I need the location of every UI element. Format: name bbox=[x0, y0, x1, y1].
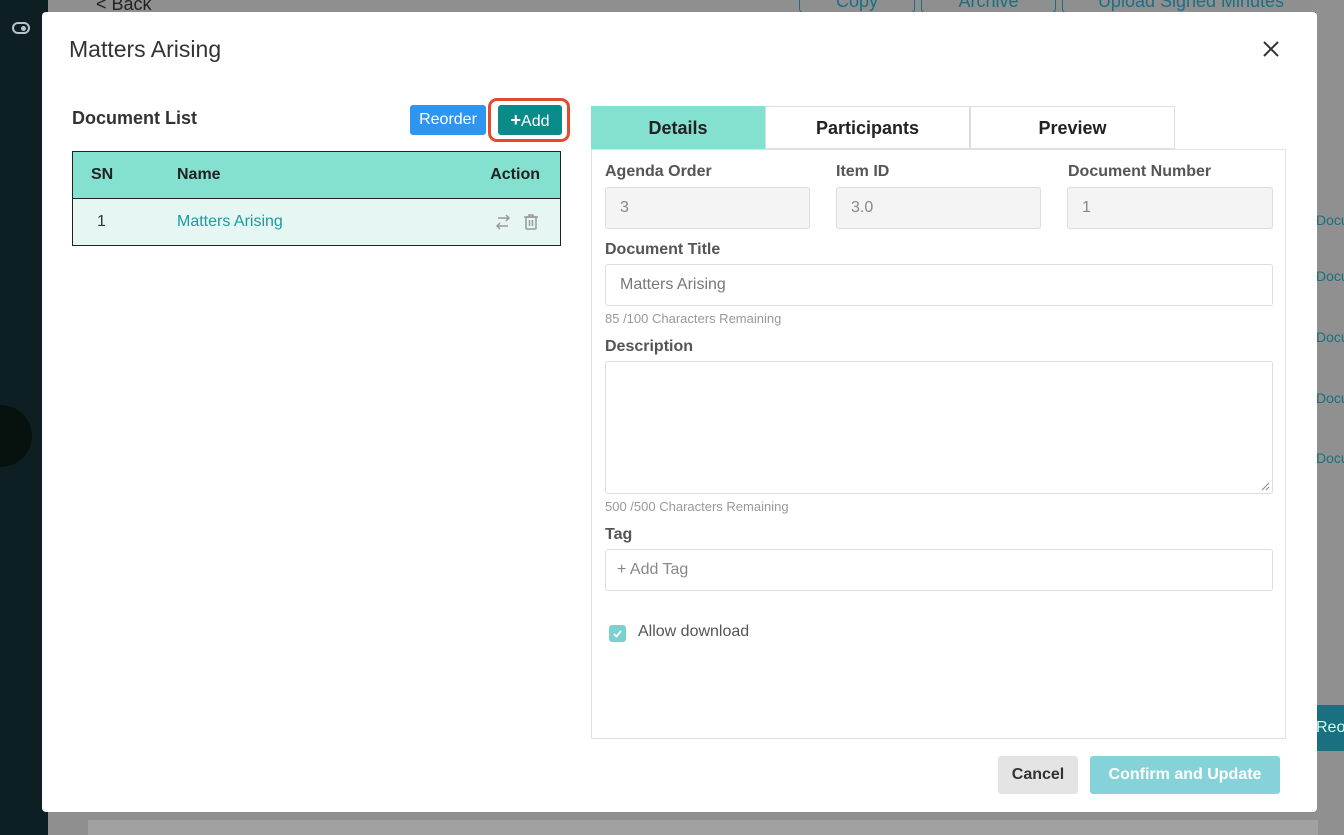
document-table: SN Name Action 1 Matters Arising bbox=[72, 151, 561, 246]
add-button-label: Add bbox=[521, 113, 550, 130]
background-avatar bbox=[0, 405, 32, 467]
table-header-row: SN Name Action bbox=[72, 151, 561, 199]
column-header-sn: SN bbox=[72, 151, 177, 199]
tag-input[interactable]: + Add Tag bbox=[605, 549, 1273, 591]
background-sidebar bbox=[0, 0, 48, 835]
resize-handle-icon[interactable] bbox=[1260, 481, 1270, 491]
reorder-button[interactable]: Reorder bbox=[410, 105, 486, 135]
allow-download-checkbox[interactable] bbox=[609, 625, 626, 642]
tag-label: Tag bbox=[605, 526, 633, 543]
description-textarea[interactable] bbox=[605, 361, 1273, 494]
document-number-field: 1 bbox=[1067, 187, 1273, 229]
background-cell: Docu bbox=[1316, 268, 1344, 284]
item-id-label: Item ID bbox=[836, 163, 890, 180]
agenda-order-label: Agenda Order bbox=[605, 163, 712, 180]
background-footer bbox=[88, 820, 1318, 835]
cancel-button[interactable]: Cancel bbox=[998, 756, 1078, 794]
description-label: Description bbox=[605, 338, 694, 355]
background-cell: Docu bbox=[1316, 329, 1344, 345]
document-number-label: Document Number bbox=[1068, 163, 1212, 180]
add-button[interactable]: +Add bbox=[498, 105, 562, 135]
tab-participants[interactable]: Participants bbox=[765, 106, 970, 149]
tab-preview[interactable]: Preview bbox=[970, 106, 1175, 149]
trash-icon[interactable] bbox=[522, 213, 540, 231]
plus-icon: + bbox=[510, 110, 522, 130]
agenda-order-field: 3 bbox=[605, 187, 810, 229]
document-title-label: Document Title bbox=[605, 241, 721, 258]
row-actions bbox=[440, 198, 561, 246]
background-cell: Docu bbox=[1316, 212, 1344, 228]
close-icon[interactable] bbox=[1256, 34, 1286, 64]
matters-arising-modal: Matters Arising Document List Reorder +A… bbox=[42, 12, 1317, 812]
background-reorder-button: Reor bbox=[1316, 705, 1344, 751]
table-row[interactable]: 1 Matters Arising bbox=[72, 198, 561, 246]
allow-download-label: Allow download bbox=[638, 623, 750, 640]
tab-details[interactable]: Details bbox=[591, 106, 765, 149]
document-list-title: Document List bbox=[72, 108, 198, 128]
column-header-name: Name bbox=[177, 151, 440, 199]
document-title-input[interactable]: Matters Arising bbox=[605, 264, 1273, 306]
row-sn: 1 bbox=[72, 198, 177, 246]
item-id-field: 3.0 bbox=[836, 187, 1041, 229]
modal-title: Matters Arising bbox=[69, 36, 222, 62]
background-cell: Docu bbox=[1316, 450, 1344, 466]
tab-bar: Details Participants Preview bbox=[591, 106, 1175, 149]
toggle-icon bbox=[12, 22, 30, 34]
check-icon bbox=[613, 630, 622, 638]
background-cell: Docu bbox=[1316, 390, 1344, 406]
document-title-hint: 85 /100 Characters Remaining bbox=[605, 311, 782, 326]
row-name-link[interactable]: Matters Arising bbox=[177, 198, 440, 246]
description-hint: 500 /500 Characters Remaining bbox=[605, 499, 789, 514]
column-header-action: Action bbox=[440, 151, 561, 199]
confirm-and-update-button[interactable]: Confirm and Update bbox=[1090, 756, 1280, 794]
swap-icon[interactable] bbox=[494, 213, 512, 231]
